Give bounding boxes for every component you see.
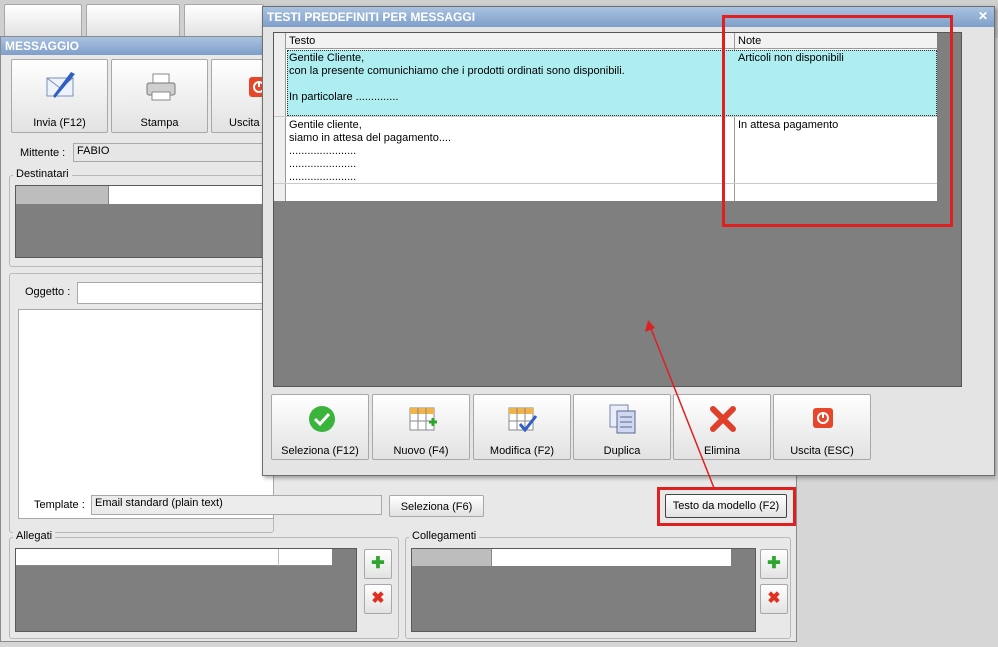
annotation-arrow <box>645 320 715 489</box>
